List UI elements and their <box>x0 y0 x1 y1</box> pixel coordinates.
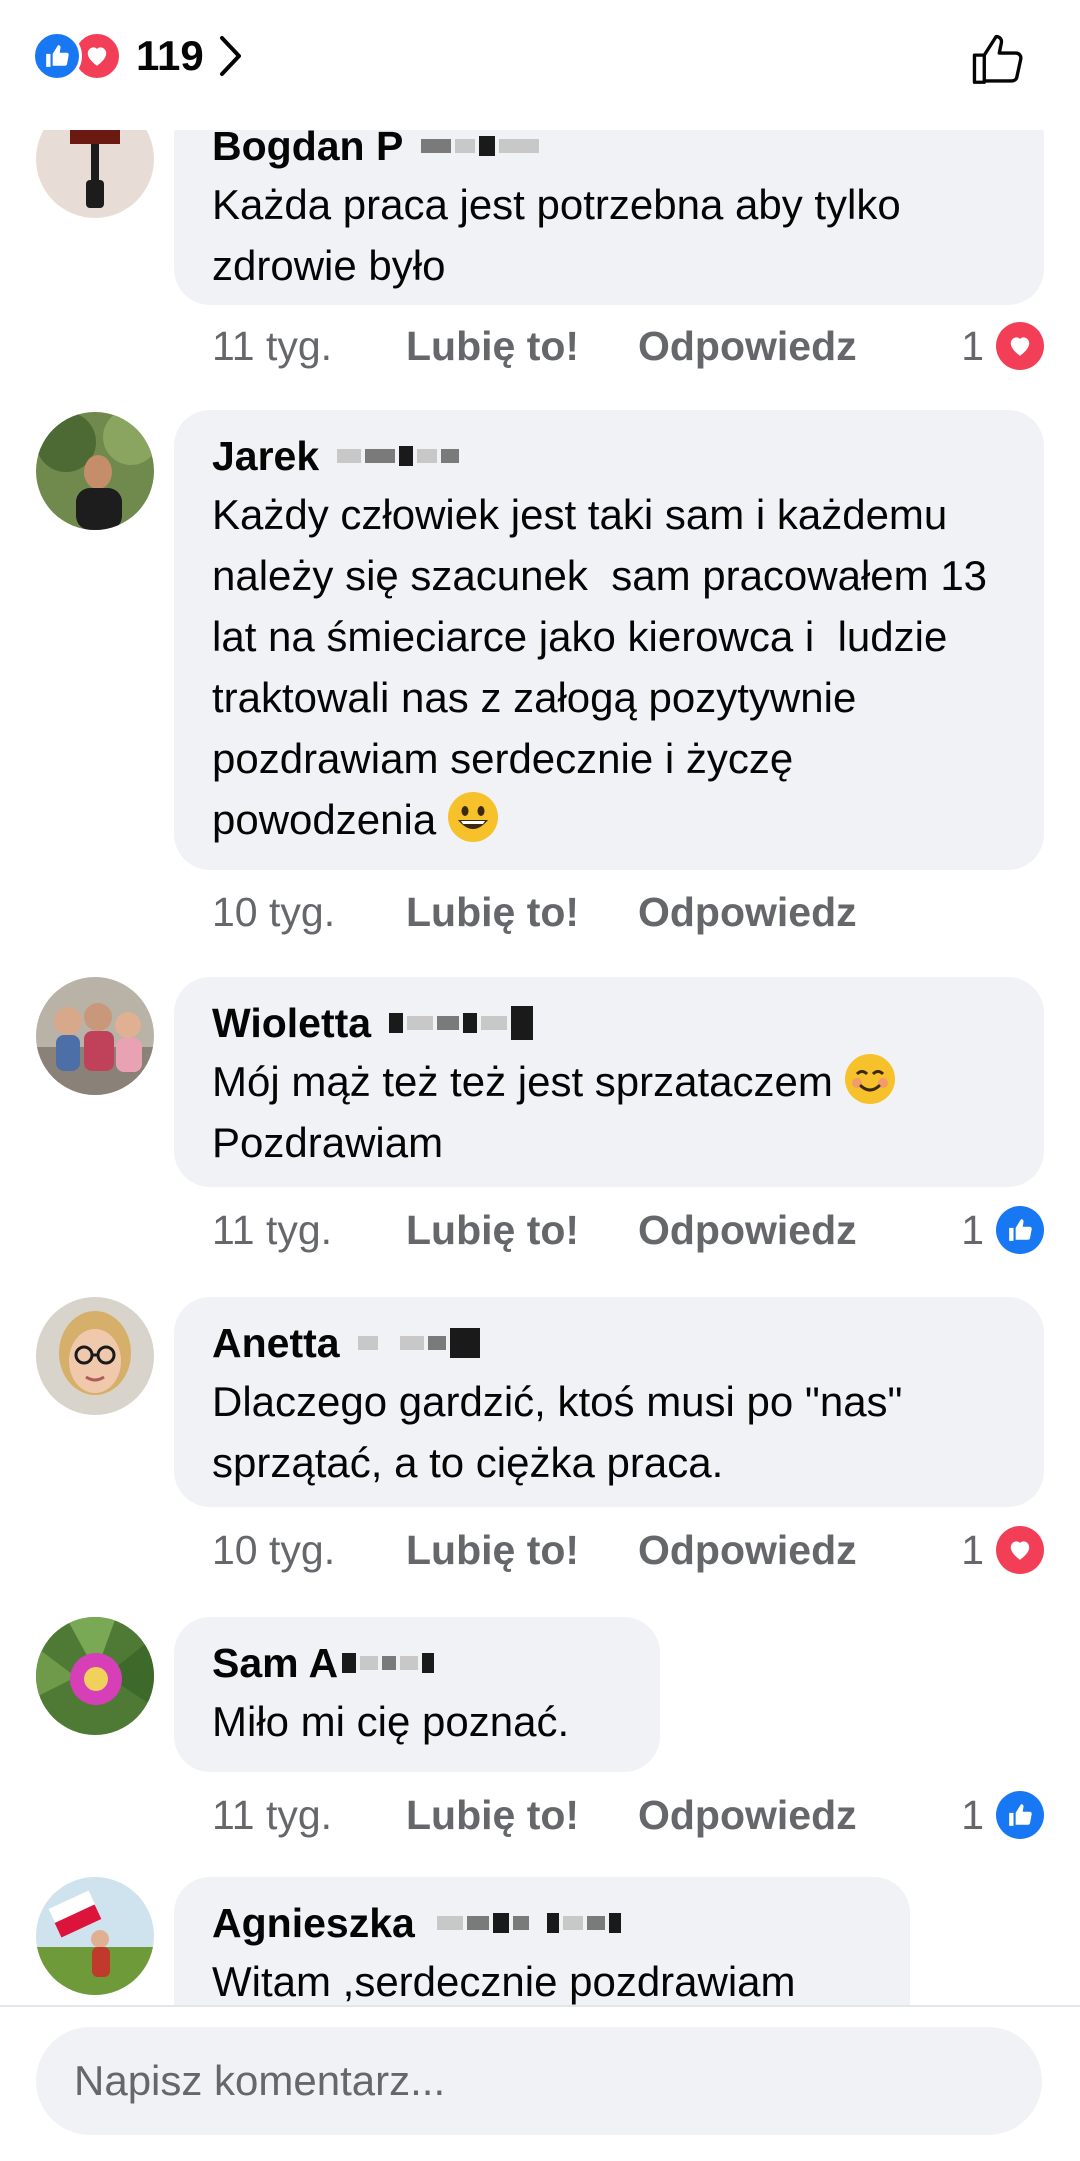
reply-button[interactable]: Odpowiedz <box>638 1527 857 1574</box>
comment-text: Każdy człowiek jest taki sam i każdemu n… <box>212 491 999 843</box>
comment-author[interactable]: Jarek <box>212 433 319 480</box>
redacted-name <box>357 1323 484 1363</box>
comment-author[interactable]: Bogdan P <box>212 130 403 170</box>
grinning-face-emoji <box>447 792 498 842</box>
like-comment-button[interactable]: Lubię to! <box>406 1527 638 1574</box>
comment-time[interactable]: 11 tyg. <box>212 323 406 370</box>
comment-actions: 11 tyg. Lubię to! Odpowiedz <box>212 1785 857 1845</box>
comment-bubble[interactable]: Anetta Dlaczego gardzić, ktoś musi po "n… <box>174 1297 1044 1507</box>
comment-bubble[interactable]: Agnieszka Witam ,serdecznie pozdrawiam <box>174 1877 910 2005</box>
redacted-name <box>389 1003 537 1043</box>
comment-input[interactable] <box>36 2027 1042 2135</box>
avatar[interactable] <box>36 130 154 218</box>
reply-button[interactable]: Odpowiedz <box>638 889 857 936</box>
avatar[interactable] <box>36 1297 154 1415</box>
like-comment-button[interactable]: Lubię to! <box>406 1207 638 1254</box>
comment-time[interactable]: 11 tyg. <box>212 1207 406 1254</box>
reactions-header: 119 <box>0 0 1080 130</box>
redacted-name <box>421 130 543 166</box>
comment-bubble[interactable]: Wioletta Mój mąż też też jest sprzatacze… <box>174 977 1044 1187</box>
like-post-button[interactable] <box>968 28 1030 95</box>
comment-text: Witam ,serdecznie pozdrawiam <box>212 1958 796 2005</box>
comment-reaction[interactable]: 1 <box>961 1520 1044 1580</box>
reply-button[interactable]: Odpowiedz <box>638 1207 857 1254</box>
reply-button[interactable]: Odpowiedz <box>638 323 857 370</box>
like-comment-button[interactable]: Lubię to! <box>406 323 638 370</box>
comment-text: Miło mi cię poznać. <box>212 1698 570 1745</box>
smiling-face-emoji <box>844 1054 895 1104</box>
comment-reaction-count: 1 <box>961 1526 984 1573</box>
comment-reaction[interactable]: 1 <box>961 1785 1044 1845</box>
avatar[interactable] <box>36 412 154 530</box>
comment-composer-bar <box>0 2005 1080 2161</box>
redacted-name <box>337 436 463 476</box>
comment-actions: 10 tyg. Lubię to! Odpowiedz <box>212 882 857 942</box>
comment-reaction-count: 1 <box>961 1206 984 1253</box>
comment-text: Dlaczego gardzić, ktoś musi po "nas" spr… <box>212 1378 915 1486</box>
comment-text: Każda praca jest potrzebna aby tylko zdr… <box>212 181 913 289</box>
comment-text-line-2: Pozdrawiam <box>212 1119 444 1166</box>
comments-list[interactable]: Bogdan P Każda praca jest potrzebna aby … <box>0 130 1080 2005</box>
love-icon <box>996 322 1044 370</box>
comment-author[interactable]: Anetta <box>212 1320 340 1367</box>
reply-button[interactable]: Odpowiedz <box>638 1792 857 1839</box>
comment-reaction-count: 1 <box>961 1791 984 1838</box>
reactions-summary[interactable]: 119 <box>32 30 244 82</box>
thumbs-up-icon <box>972 34 1023 84</box>
comment-actions: 11 tyg. Lubię to! Odpowiedz <box>212 316 857 376</box>
like-icon <box>996 1791 1044 1839</box>
redacted-name <box>342 1643 438 1683</box>
comment-reaction-count: 1 <box>961 322 984 369</box>
comment-author[interactable]: Agnieszka <box>212 1900 415 1947</box>
like-icon <box>996 1206 1044 1254</box>
comment-author[interactable]: Sam A <box>212 1640 338 1687</box>
comment-time[interactable]: 10 tyg. <box>212 889 406 936</box>
love-icon <box>996 1526 1044 1574</box>
comment-text: Mój mąż też też jest sprzataczem <box>212 1058 833 1105</box>
comment-time[interactable]: 10 tyg. <box>212 1527 406 1574</box>
redacted-name <box>436 1903 625 1943</box>
reaction-count: 119 <box>136 32 204 79</box>
comment-reaction[interactable]: 1 <box>961 1200 1044 1260</box>
comment-bubble[interactable]: Bogdan P Każda praca jest potrzebna aby … <box>174 130 1044 305</box>
comment-actions: 11 tyg. Lubię to! Odpowiedz <box>212 1200 857 1260</box>
chevron-right-icon <box>219 36 241 76</box>
avatar[interactable] <box>36 977 154 1095</box>
avatar[interactable] <box>36 1617 154 1735</box>
like-comment-button[interactable]: Lubię to! <box>406 889 638 936</box>
avatar[interactable] <box>36 1877 154 1995</box>
comment-actions: 10 tyg. Lubię to! Odpowiedz <box>212 1520 857 1580</box>
like-reaction-icon <box>32 31 82 81</box>
like-comment-button[interactable]: Lubię to! <box>406 1792 638 1839</box>
comment-reaction[interactable]: 1 <box>961 316 1044 376</box>
comment-bubble[interactable]: Sam A Miło mi cię poznać. <box>174 1617 660 1772</box>
comment-time[interactable]: 11 tyg. <box>212 1792 406 1839</box>
comment-bubble[interactable]: Jarek Każdy człowiek jest taki sam i każ… <box>174 410 1044 870</box>
comment-author[interactable]: Wioletta <box>212 1000 371 1047</box>
